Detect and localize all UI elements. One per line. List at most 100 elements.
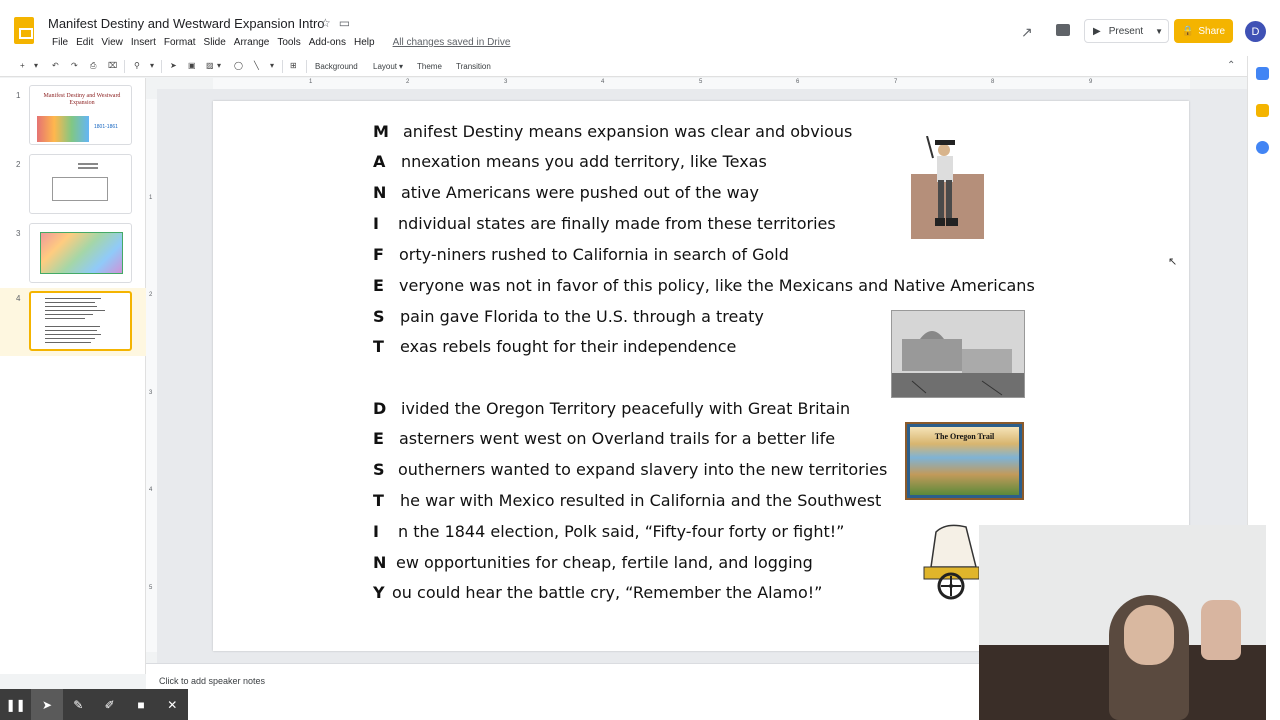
layout-dropdown-icon[interactable]: ▾ <box>399 62 403 71</box>
zoom-icon[interactable]: ⚲ <box>134 61 140 70</box>
star-icon[interactable]: ☆ <box>320 16 339 30</box>
calendar-icon[interactable] <box>1256 67 1269 80</box>
acrostic-line[interactable]: In the 1844 election, Polk said, “Fifty-… <box>373 522 844 541</box>
background-button[interactable]: Background <box>315 62 358 71</box>
thumbnail-image[interactable] <box>29 154 132 214</box>
acrostic-letter: M <box>373 122 389 141</box>
acrostic-line[interactable]: You could hear the battle cry, “Remember… <box>373 583 822 602</box>
thumbnail-image[interactable]: Manifest Destiny and Westward Expansion … <box>29 85 132 145</box>
thumbnail-image[interactable] <box>29 291 132 351</box>
acrostic-line[interactable]: Easterners went west on Overland trails … <box>373 429 835 448</box>
menu-help[interactable]: Help <box>350 37 379 48</box>
oregon-trail-image[interactable]: The Oregon Trail <box>905 422 1024 500</box>
pointer-icon[interactable]: ➤ <box>31 689 63 720</box>
menu-slide[interactable]: Slide <box>200 37 230 48</box>
select-tool-icon[interactable]: ➤ <box>170 61 177 70</box>
ruler-number: 5 <box>699 79 703 85</box>
menu-arrange[interactable]: Arrange <box>230 37 274 48</box>
acrostic-line[interactable]: New opportunities for cheap, fertile lan… <box>373 553 813 572</box>
lock-icon: 🔒 <box>1181 25 1195 37</box>
menu-file[interactable]: File <box>48 37 72 48</box>
thumbnail-slide-4[interactable]: 4 <box>0 288 146 356</box>
keep-icon[interactable] <box>1256 104 1269 117</box>
ruler-number: 1 <box>149 195 153 201</box>
account-avatar[interactable]: D <box>1245 21 1266 42</box>
collapse-toolbar-icon[interactable]: ⌃ <box>1227 60 1235 71</box>
close-icon[interactable]: ✕ <box>157 689 188 720</box>
thumbnail-map <box>40 232 123 274</box>
image-dropdown-icon[interactable]: ▾ <box>217 61 221 70</box>
acrostic-line[interactable]: Manifest Destiny means expansion was cle… <box>373 122 852 141</box>
menu-addons[interactable]: Add-ons <box>305 37 350 48</box>
acrostic-letter: A <box>373 152 386 171</box>
comment-icon[interactable] <box>1056 24 1070 36</box>
menu-format[interactable]: Format <box>160 37 200 48</box>
acrostic-line[interactable]: Native Americans were pushed out of the … <box>373 183 759 202</box>
new-slide-icon[interactable]: + <box>20 61 25 70</box>
acrostic-letter: E <box>373 429 384 448</box>
menu-tools[interactable]: Tools <box>273 37 304 48</box>
toolbar-divider <box>306 60 307 73</box>
thumbnail-line <box>45 310 105 311</box>
menu-insert[interactable]: Insert <box>127 37 160 48</box>
add-comment-icon[interactable]: ⊞ <box>290 61 297 70</box>
thumbnail-number: 1 <box>16 91 21 100</box>
transition-button[interactable]: Transition <box>456 62 491 71</box>
acrostic-line[interactable]: Southerners wanted to expand slavery int… <box>373 460 887 479</box>
highlighter-icon[interactable]: ✐ <box>94 689 125 720</box>
pen-icon[interactable]: ✎ <box>63 689 94 720</box>
shape-icon[interactable]: ◯ <box>234 61 243 70</box>
acrostic-letter: I <box>373 214 379 233</box>
acrostic-letter: N <box>373 553 387 572</box>
paint-format-icon[interactable]: ⌧ <box>108 61 117 70</box>
acrostic-line[interactable]: Individual states are finally made from … <box>373 214 836 233</box>
camera-icon[interactable]: ■ <box>125 689 156 720</box>
line-dropdown-icon[interactable]: ▾ <box>270 61 274 70</box>
pause-icon[interactable]: ❚❚ <box>0 689 31 720</box>
document-title[interactable]: Manifest Destiny and Westward Expansion … <box>48 16 325 31</box>
thumbnail-line <box>78 167 98 169</box>
present-dropdown-icon[interactable]: ▼ <box>1155 27 1163 36</box>
print-icon[interactable]: ⎙ <box>90 61 96 71</box>
layout-button[interactable]: Layout <box>373 62 397 71</box>
thumbnail-slide-3[interactable]: 3 <box>0 223 146 289</box>
acrostic-line[interactable]: Forty-niners rushed to California in sea… <box>373 245 789 264</box>
acrostic-line[interactable]: The war with Mexico resulted in Californ… <box>373 491 881 510</box>
present-button[interactable]: ▶ Present ▼ <box>1084 19 1169 43</box>
text-box-icon[interactable]: ▣ <box>188 61 196 70</box>
thumbnail-line <box>45 318 85 319</box>
alamo-image[interactable] <box>891 310 1025 398</box>
new-slide-dropdown-icon[interactable]: ▾ <box>34 61 38 70</box>
image-icon[interactable]: ▨ <box>206 61 214 70</box>
move-to-folder-icon[interactable]: ▭ <box>339 16 358 30</box>
menu-view[interactable]: View <box>97 37 127 48</box>
acrostic-line[interactable]: Divided the Oregon Territory peacefully … <box>373 399 850 418</box>
zoom-dropdown-icon[interactable]: ▾ <box>150 61 154 70</box>
line-icon[interactable]: ╲ <box>254 61 259 70</box>
covered-wagon-image[interactable] <box>916 522 986 602</box>
redo-icon[interactable]: ↷ <box>71 61 78 70</box>
acrostic-text: asterners went west on Overland trails f… <box>399 429 836 448</box>
share-button[interactable]: 🔒 Share <box>1174 19 1233 43</box>
acrostic-line[interactable]: Everyone was not in favor of this policy… <box>373 276 1035 295</box>
mouse-cursor-icon: ↖ <box>1168 256 1178 268</box>
thumbnail-slide-1[interactable]: 1 Manifest Destiny and Westward Expansio… <box>0 85 146 151</box>
tasks-icon[interactable] <box>1256 141 1269 154</box>
slides-logo-icon[interactable] <box>14 17 34 44</box>
gold-miner-image[interactable] <box>911 136 984 239</box>
vertical-ruler: 1 2 3 4 5 <box>146 99 157 652</box>
save-status[interactable]: All changes saved in Drive <box>389 37 515 48</box>
alamo-illustration <box>892 311 1024 397</box>
acrostic-line[interactable]: Annexation means you add territory, like… <box>373 152 767 171</box>
acrostic-line[interactable]: Spain gave Florida to the U.S. through a… <box>373 307 764 326</box>
undo-icon[interactable]: ↶ <box>52 61 59 70</box>
activity-dashboard-icon[interactable]: ↗ <box>1021 24 1033 41</box>
theme-button[interactable]: Theme <box>417 62 442 71</box>
thumbnail-slide-2[interactable]: 2 <box>0 154 146 220</box>
acrostic-text: nnexation means you add territory, like … <box>401 152 767 171</box>
thumbnail-image[interactable] <box>29 223 132 283</box>
presenter-hand <box>1201 600 1241 660</box>
menu-edit[interactable]: Edit <box>72 37 97 48</box>
speaker-notes-placeholder[interactable]: Click to add speaker notes <box>159 676 265 686</box>
acrostic-line[interactable]: Texas rebels fought for their independen… <box>373 337 736 356</box>
